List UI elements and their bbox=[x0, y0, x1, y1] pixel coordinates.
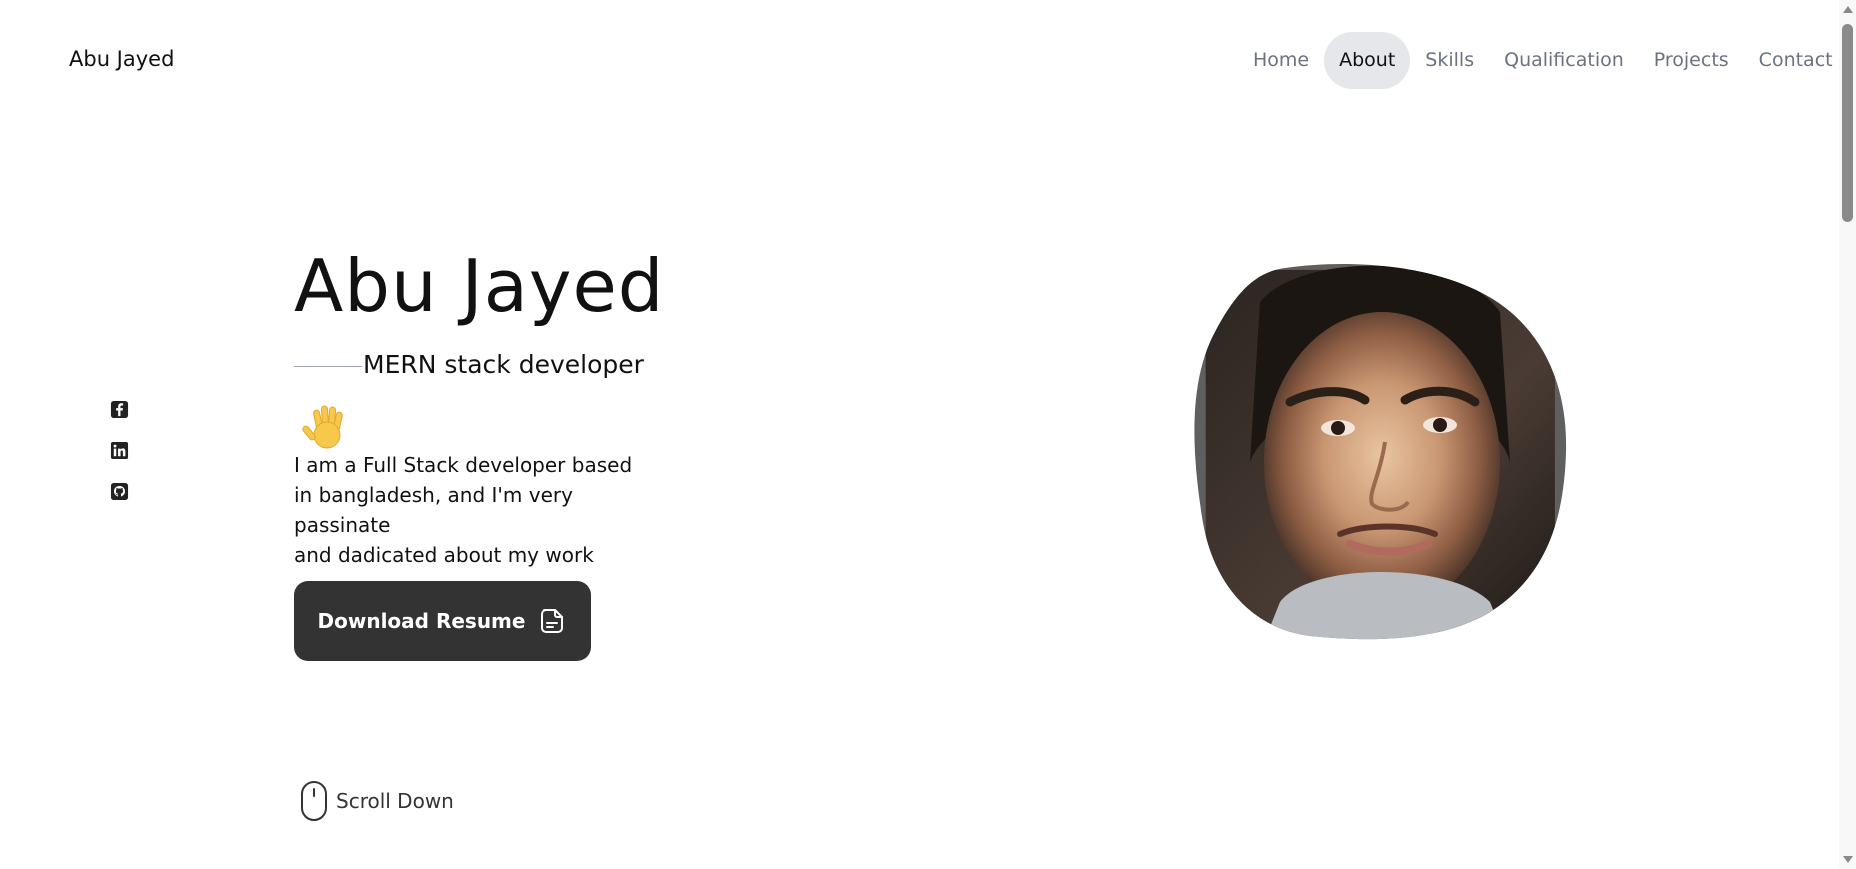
profile-photo bbox=[1190, 262, 1570, 642]
social-links bbox=[110, 400, 129, 501]
nav-contact[interactable]: Contact bbox=[1744, 32, 1848, 89]
document-icon bbox=[537, 606, 567, 636]
nav-about[interactable]: About bbox=[1324, 32, 1411, 89]
linkedin-icon[interactable] bbox=[110, 441, 129, 460]
scroll-up-arrow-icon[interactable] bbox=[1843, 6, 1853, 13]
hero-name: Abu Jayed bbox=[294, 244, 665, 328]
nav-home[interactable]: Home bbox=[1238, 32, 1324, 89]
main-nav: Home About Skills Qualification Projects… bbox=[1238, 32, 1848, 89]
scroll-down-arrow-icon[interactable] bbox=[1843, 856, 1853, 863]
waving-hand-icon bbox=[300, 400, 354, 454]
portfolio-page: Abu Jayed Home About Skills Qualificatio… bbox=[0, 0, 1856, 869]
description-line-2: in bangladesh, and I'm very passinate bbox=[294, 483, 573, 537]
scroll-down-link[interactable]: Scroll Down bbox=[300, 780, 454, 822]
subtitle-divider bbox=[294, 366, 362, 367]
nav-qualification[interactable]: Qualification bbox=[1489, 32, 1639, 89]
download-resume-button[interactable]: Download Resume bbox=[294, 581, 591, 661]
hero-description: I am a Full Stack developer based in ban… bbox=[294, 450, 674, 570]
nav-skills[interactable]: Skills bbox=[1410, 32, 1489, 89]
github-icon[interactable] bbox=[110, 482, 129, 501]
description-line-3: and dadicated about my work bbox=[294, 543, 594, 567]
page-scrollbar[interactable] bbox=[1839, 0, 1856, 869]
mouse-icon bbox=[300, 780, 328, 822]
nav-projects[interactable]: Projects bbox=[1639, 32, 1744, 89]
subtitle-text: MERN stack developer bbox=[363, 350, 644, 379]
scroll-thumb[interactable] bbox=[1842, 24, 1853, 222]
scroll-down-label: Scroll Down bbox=[336, 789, 454, 813]
facebook-icon[interactable] bbox=[110, 400, 129, 419]
hero-subtitle: MERN stack developer bbox=[294, 350, 644, 379]
download-resume-label: Download Resume bbox=[317, 609, 526, 633]
description-line-1: I am a Full Stack developer based bbox=[294, 453, 633, 477]
brand-logo[interactable]: Abu Jayed bbox=[69, 47, 174, 71]
